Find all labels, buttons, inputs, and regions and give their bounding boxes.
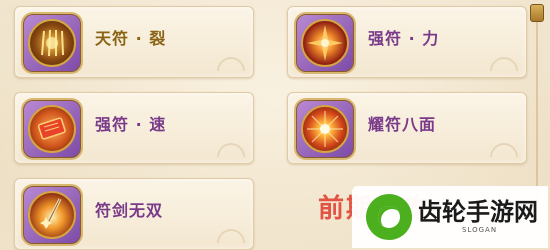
swirl-decoration [490, 57, 518, 71]
skill-card-qiangfu-su[interactable]: 强符 · 速 [14, 92, 254, 164]
sword-talisman-icon [28, 191, 76, 239]
swirl-decoration [217, 143, 245, 157]
swirl-decoration [217, 57, 245, 71]
swirl-decoration [490, 143, 518, 157]
skill-icon-frame [21, 12, 83, 74]
swirl-decoration [217, 229, 245, 243]
skill-card-fujian-wushuang[interactable]: 符剑无双 [14, 178, 254, 250]
skill-card-yaofu-bamian[interactable]: 耀符八面 [287, 92, 527, 164]
skill-name: 符剑无双 [95, 201, 164, 220]
skill-icon-frame [21, 184, 83, 246]
scroll-handle[interactable] [530, 4, 544, 22]
gear-logo-icon [366, 194, 412, 240]
site-slogan: SLOGAN [462, 226, 498, 234]
speed-talisman-icon [28, 105, 76, 153]
site-watermark-logo: 齿轮手游网 SLOGAN [352, 186, 548, 248]
radiant-sun-icon [301, 105, 349, 153]
skill-icon-frame [294, 12, 356, 74]
shredded-talisman-icon [28, 19, 76, 67]
skill-icon-frame [294, 98, 356, 160]
power-burst-icon [301, 19, 349, 67]
skill-name: 强符 · 速 [95, 115, 167, 134]
skill-name: 耀符八面 [368, 115, 437, 134]
skill-name: 强符 · 力 [368, 29, 440, 48]
skill-name: 天符 · 裂 [95, 29, 167, 48]
site-name: 齿轮手游网 [418, 198, 538, 226]
skill-card-qiangfu-li[interactable]: 强符 · 力 [287, 6, 527, 78]
skill-icon-frame [21, 98, 83, 160]
skill-card-tianfu-lie[interactable]: 天符 · 裂 [14, 6, 254, 78]
